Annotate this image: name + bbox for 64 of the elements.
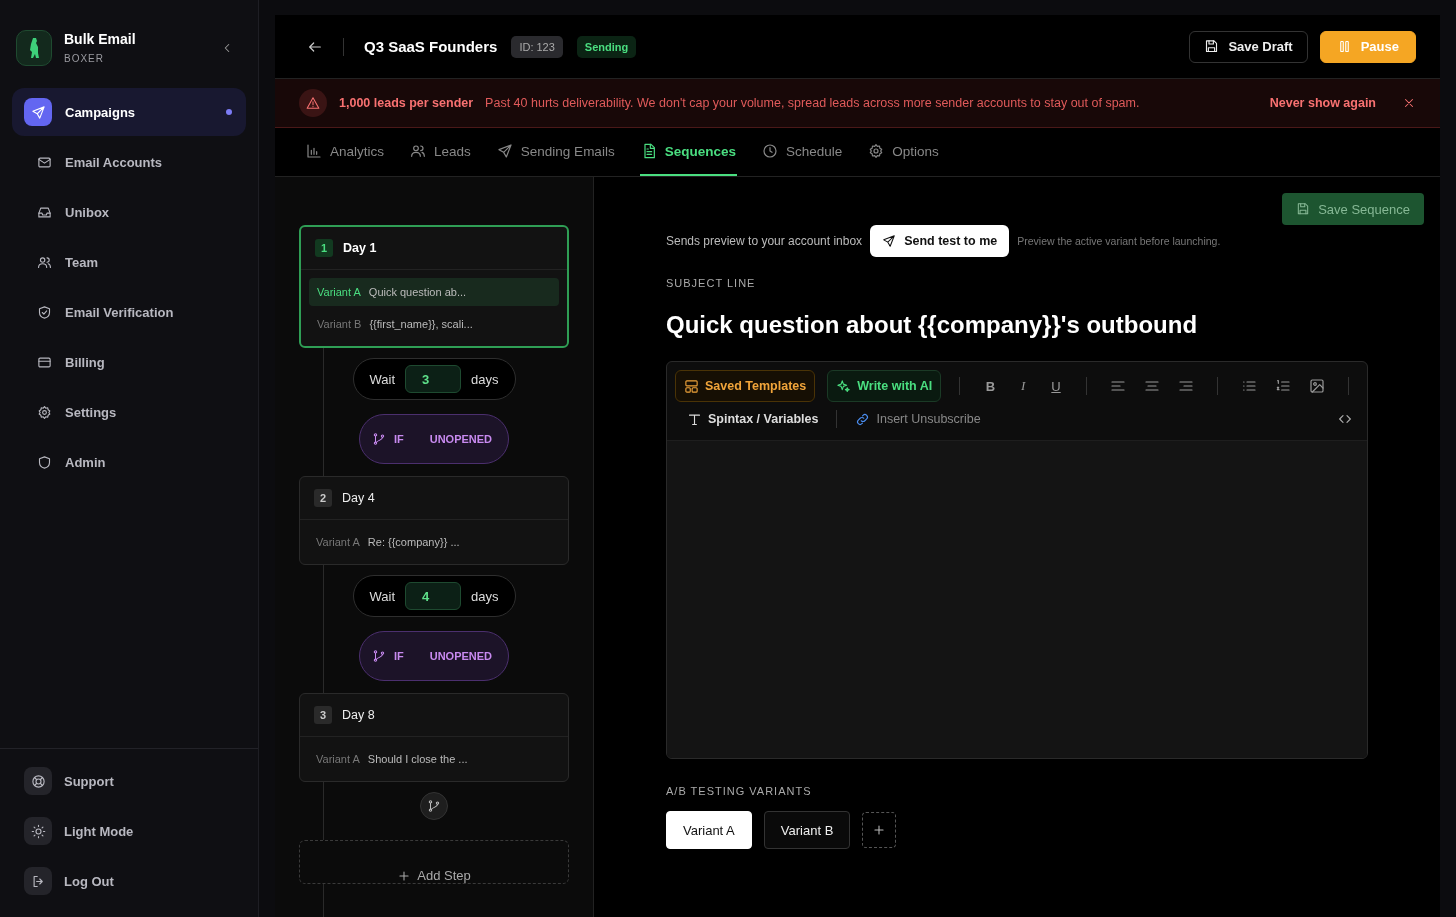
wait-unit: days	[471, 371, 499, 387]
step-day: Day 4	[342, 491, 375, 505]
nav-item[interactable]: Email Verification	[12, 288, 246, 336]
nav-item[interactable]: Admin	[12, 438, 246, 486]
variant-row[interactable]: Variant A Should I close the ...	[308, 745, 560, 773]
wait-days-field[interactable]: 4	[405, 582, 462, 610]
footer-item[interactable]: Support	[24, 767, 234, 795]
tab[interactable]: Sending Emails	[495, 128, 616, 176]
step-card[interactable]: 1 Day 1 Variant A Quick question ab... Variant B {{first_name}}, scali...	[299, 225, 569, 348]
tab[interactable]: Analytics	[305, 128, 386, 176]
variant-row[interactable]: Variant A Re: {{company}} ...	[308, 528, 560, 556]
format-button[interactable]: U	[1045, 374, 1067, 398]
tab[interactable]: Schedule	[760, 128, 844, 176]
nav-item[interactable]: Email Accounts	[12, 138, 246, 186]
tab[interactable]: Leads	[409, 128, 472, 176]
preview-note: Sends preview to your account inbox	[666, 234, 863, 248]
step-day: Day 1	[343, 241, 377, 255]
nav-item[interactable]: Team	[12, 238, 246, 286]
write-with-ai-button[interactable]: Write with AI	[827, 370, 942, 402]
footer-item[interactable]: Log Out	[24, 867, 234, 895]
nav-item[interactable]: Billing	[12, 338, 246, 386]
campaign-title: Q3 SaaS Founders	[364, 38, 498, 55]
variant-tab[interactable]: Variant A	[666, 811, 752, 849]
banner-message: Past 40 hurts deliverability. We don't cap your volume, spread leads across more sender accounts to stay out of spam.	[485, 96, 1140, 110]
variant-row[interactable]: Variant B {{first_name}}, scali...	[309, 310, 559, 338]
spintax-button[interactable]: Spintax / Variables	[687, 411, 819, 427]
insert-unsubscribe-button[interactable]: Insert Unsubscribe	[855, 411, 981, 427]
saved-templates-button[interactable]: Saved Templates	[675, 370, 816, 402]
wait-unit: days	[471, 588, 499, 604]
variants-label: A/B TESTING VARIANTS	[666, 785, 813, 797]
id-badge: ID: 123	[511, 35, 563, 58]
step-number: 1	[315, 239, 333, 257]
wait-label: Wait	[369, 371, 396, 387]
send-test-button[interactable]: Send test to me	[870, 225, 1010, 257]
add-step-button[interactable]: Add Step	[299, 840, 569, 884]
subject-label: SUBJECT LINE	[666, 277, 757, 289]
status-badge: Sending	[576, 35, 637, 58]
format-button[interactable]: B	[980, 374, 1001, 398]
wait-label: Wait	[369, 588, 396, 604]
save-sequence-button[interactable]: Save Sequence	[1282, 193, 1424, 225]
brand-subtitle: BOXER	[64, 53, 105, 64]
save-draft-button[interactable]: Save Draft	[1189, 30, 1308, 63]
variant-tab[interactable]: Variant B	[763, 811, 851, 849]
step-number: 3	[314, 706, 332, 724]
nav-item[interactable]: Campaigns	[12, 88, 246, 136]
footer-item[interactable]: Light Mode	[24, 817, 234, 845]
brand-title: Bulk Email	[64, 31, 137, 47]
format-button[interactable]: I	[1012, 374, 1034, 398]
condition-button[interactable]: IF UNOPENED	[358, 414, 510, 464]
banner-headline: 1,000 leads per sender	[339, 96, 474, 110]
subject-line[interactable]: Quick question about {{company}}'s outbound	[666, 311, 1424, 339]
variant-row[interactable]: Variant A Quick question ab...	[309, 278, 559, 306]
step-card[interactable]: 2 Day 4 Variant A Re: {{company}} ...	[299, 476, 569, 565]
step-day: Day 8	[342, 708, 375, 722]
never-show-again-link[interactable]: Never show again	[1269, 96, 1376, 110]
step-number: 2	[314, 489, 332, 507]
tab[interactable]: Sequences	[639, 128, 737, 176]
tab[interactable]: Options	[867, 128, 940, 176]
nav-item[interactable]: Settings	[12, 388, 246, 436]
nav-item[interactable]: Unibox	[12, 188, 246, 236]
wait-days-field[interactable]: 3	[405, 365, 462, 393]
condition-button[interactable]: IF UNOPENED	[358, 631, 510, 681]
preview-hint: Preview the active variant before launching.	[1017, 235, 1221, 247]
step-card[interactable]: 3 Day 8 Variant A Should I close the ...	[299, 693, 569, 782]
